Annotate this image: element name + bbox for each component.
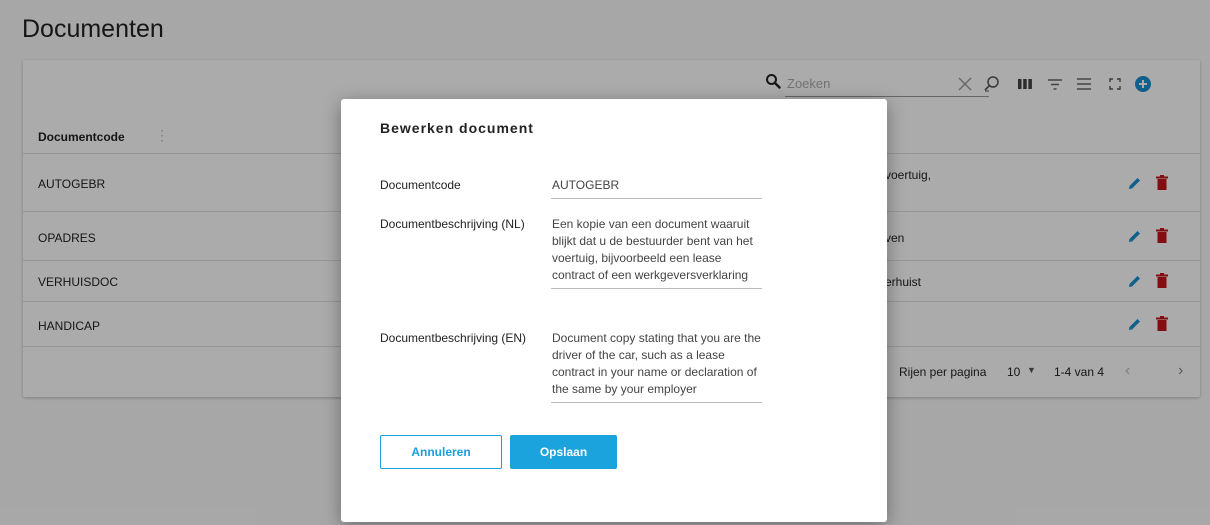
description-nl-field[interactable]: Een kopie van een document waaruit blijk… [551, 216, 762, 289]
documentcode-field[interactable]: AUTOGEBR [551, 177, 762, 199]
dialog-title: Bewerken document [380, 120, 534, 136]
description-en-label: Documentbeschrijving (EN) [380, 331, 527, 345]
documentcode-label: Documentcode [380, 178, 461, 192]
edit-document-dialog: Bewerken document Documentcode AUTOGEBR … [341, 99, 887, 522]
description-nl-label: Documentbeschrijving (NL) [380, 217, 525, 231]
cancel-button[interactable]: Annuleren [380, 435, 502, 469]
description-en-field[interactable]: Document copy stating that you are the d… [551, 330, 762, 403]
save-button[interactable]: Opslaan [510, 435, 617, 469]
